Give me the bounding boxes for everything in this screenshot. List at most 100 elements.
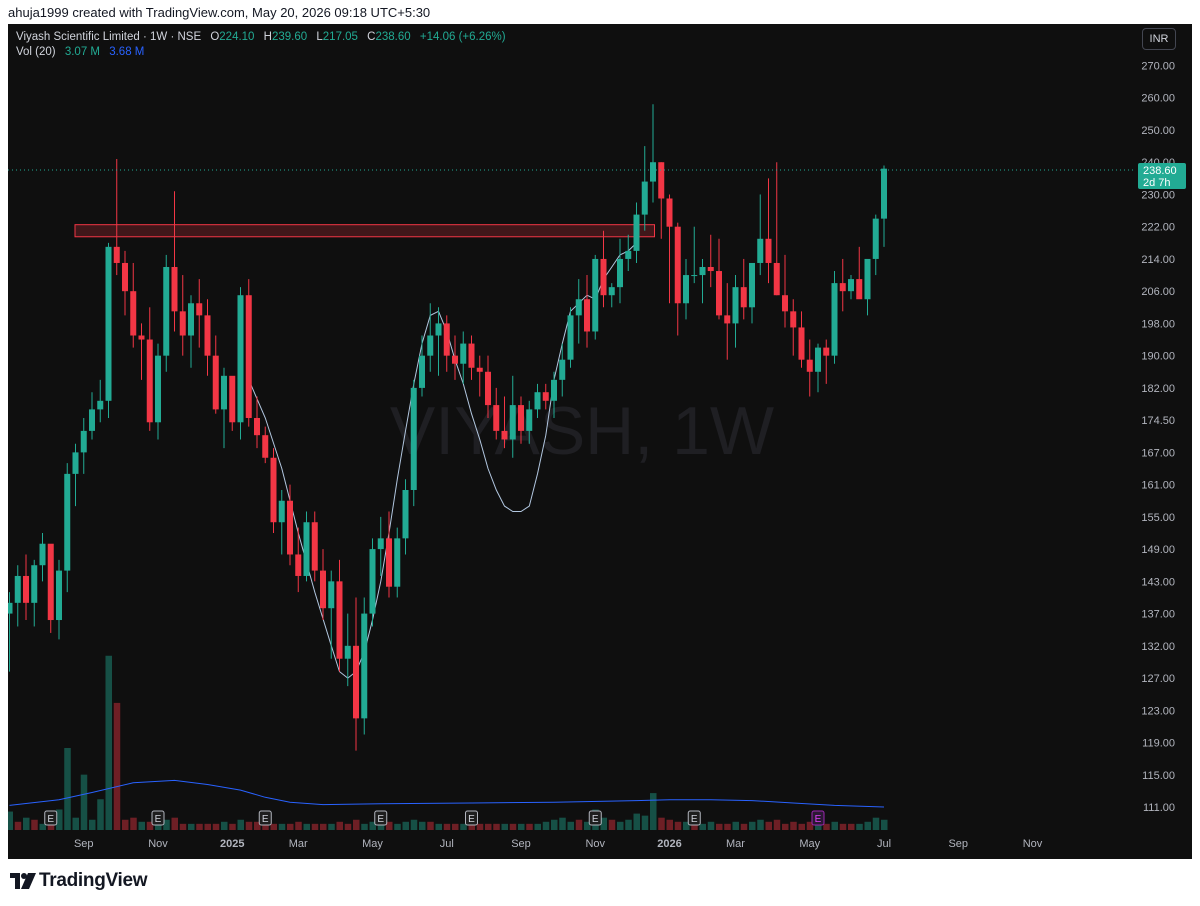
candle [864,258,871,316]
chart-frame[interactable]: VIYASH, 1W EEEEEEEE 270.00260.00250.0024… [8,24,1192,859]
volume-bar [872,817,880,830]
price-tick-label: 123.00 [1141,705,1175,717]
candle-body [344,645,351,659]
volume-bar [493,823,500,830]
candle-body [666,198,673,227]
volume-bar [72,817,79,830]
candle [14,565,21,627]
candle [229,375,236,431]
candle [394,527,401,598]
volume-bar [617,821,624,830]
candle-body [303,522,310,576]
candle-body [848,279,854,292]
earnings-marker[interactable]: E [374,810,388,826]
earnings-marker[interactable]: E [588,810,602,826]
earnings-marker-label: E [377,814,384,825]
earnings-marker-label: E [691,814,698,825]
candle-body [8,602,13,614]
time-tick-label: May [799,838,820,850]
volume-bar [526,823,533,830]
volume-bar [171,817,178,830]
candle-body [130,291,137,336]
volume-bar [179,823,187,830]
earnings-marker[interactable]: E [465,810,478,826]
earnings-marker[interactable]: E [151,810,165,826]
time-tick-label: Jul [440,838,454,850]
candle-body [864,258,871,300]
volume-bar [823,823,830,830]
earnings-marker[interactable]: E [687,810,701,826]
volume-bar [674,821,682,830]
volume-bar [773,819,781,830]
price-tick-label: 182.00 [1141,383,1175,395]
candle-body [122,262,128,292]
earnings-marker[interactable]: E [44,810,58,826]
candle [608,283,615,308]
candle [699,258,706,304]
candle-body [493,405,500,431]
candle [295,527,302,593]
candle [47,543,54,633]
candle [105,242,112,418]
symbol-title[interactable]: Viyash Scientific Limited · 1W · NSE [16,31,201,43]
candle [130,262,137,348]
candle [311,511,318,582]
volume-indicator-label[interactable]: Vol (20) [16,46,56,58]
price-chart[interactable]: VIYASH, 1W EEEEEEEE 270.00260.00250.0024… [8,24,1192,859]
candle [23,554,29,621]
candle-body [691,275,698,277]
price-tick-label: 214.00 [1141,254,1175,266]
candle-body [245,295,252,418]
time-tick-label: Sep [948,838,968,850]
earnings-marker-label: E [468,814,475,825]
candle [353,597,359,751]
volume-bar [485,823,492,830]
price-tick-label: 250.00 [1141,125,1175,137]
volume-bar [427,821,434,830]
candle-body [872,218,879,259]
tradingview-logo[interactable]: TradingView [10,870,148,892]
earnings-marker[interactable]: E [258,810,272,826]
candle-body [831,283,838,356]
volume-bar [608,819,616,830]
high-value: 239.60 [271,31,308,43]
volume-bar [14,821,22,830]
candle-body [542,392,549,401]
candle-body [749,262,755,308]
earnings-marker-label: E [815,814,822,825]
volume-bar [575,819,583,830]
price-tick-label: 132.00 [1141,641,1175,653]
candle-body [361,613,368,719]
candle-body [650,162,656,182]
candle [419,335,425,397]
volume-bar [287,823,294,830]
candle [97,379,104,423]
candle-body [699,267,706,276]
candle [798,311,805,368]
candle-body [476,367,483,372]
candle [336,559,343,672]
candle [617,238,623,304]
time-axis: Sep Nov 2025 Mar May Jul Sep Nov 2026 Mar May Jul Se… [74,838,1043,850]
candle [171,191,178,332]
candle-body [773,262,780,296]
candle-body [575,299,582,316]
earnings-markers: EEEEEEEE [44,810,825,826]
candle-body [732,287,739,324]
candle [39,532,46,582]
candle-body [592,258,599,332]
volume-bar [452,823,459,830]
candle-body [14,575,21,603]
candle [666,194,673,304]
volume-bar [212,823,220,830]
currency-button[interactable]: INR [1142,28,1176,50]
candle-body [72,452,79,474]
candle-body [757,238,764,263]
volume-bar [732,821,739,830]
price-tick-label: 127.00 [1141,673,1175,685]
earnings-marker[interactable]: E [811,810,825,826]
volume-bar [361,823,368,830]
resistance-zone[interactable] [74,224,655,238]
earnings-marker-label: E [262,814,269,825]
volume-bar [196,823,203,830]
